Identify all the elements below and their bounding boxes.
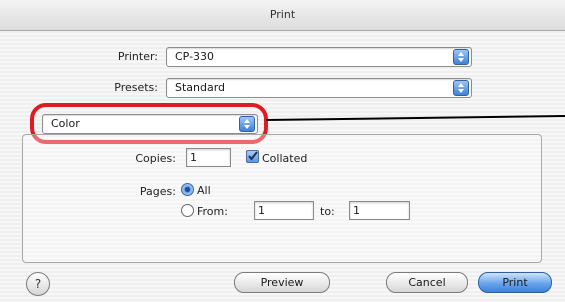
collated-checkbox[interactable] (246, 150, 259, 163)
pages-label: Pages: (139, 185, 176, 198)
copies-label: Copies: (135, 152, 176, 165)
print-button[interactable]: Print (478, 272, 552, 293)
pages-all-radio[interactable] (181, 183, 194, 196)
checkmark-icon (248, 151, 258, 161)
pages-from-radio[interactable] (181, 204, 194, 217)
pages-from-label: From: (197, 205, 228, 218)
pages-all-label: All (197, 184, 211, 197)
pages-from-field[interactable]: 1 (254, 201, 314, 220)
collated-label: Collated (262, 152, 308, 165)
callout-leader-line (265, 115, 565, 121)
help-button[interactable]: ? (26, 272, 50, 296)
pages-to-field[interactable]: 1 (349, 201, 410, 220)
pages-to-label: to: (320, 205, 335, 218)
copies-field[interactable]: 1 (186, 148, 231, 167)
preview-button[interactable]: Preview (234, 272, 330, 293)
cancel-button[interactable]: Cancel (386, 272, 468, 293)
